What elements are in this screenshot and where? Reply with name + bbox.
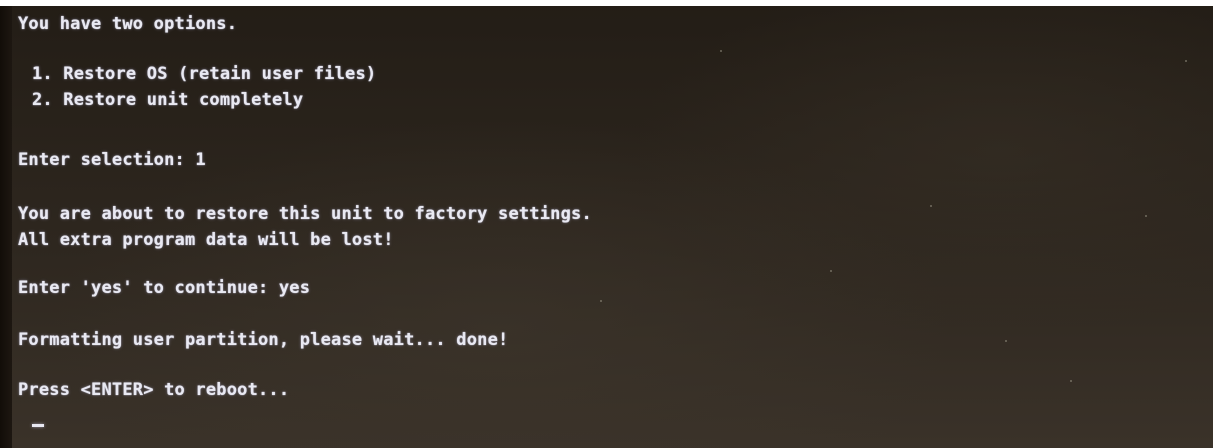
confirm-prompt-line: Enter 'yes' to continue: yes [18, 278, 311, 298]
reboot-prompt-line[interactable]: Press <ENTER> to reboot... [18, 378, 289, 403]
option-restore-unit: 2. Restore unit completely [32, 90, 304, 110]
top-white-strip [0, 0, 1213, 6]
data-loss-warning-line: All extra program data will be lost! [18, 230, 394, 250]
text-cursor[interactable] [32, 424, 44, 427]
terminal-output: You have two options. 1. Restore OS (ret… [18, 12, 1198, 444]
monitor-screen: You have two options. 1. Restore OS (ret… [0, 0, 1213, 448]
selection-prompt-line: Enter selection: 1 [18, 150, 206, 170]
option-restore-os: 1. Restore OS (retain user files) [32, 64, 377, 84]
restore-warning-line: You are about to restore this unit to fa… [18, 204, 592, 224]
formatting-status-line: Formatting user partition, please wait..… [18, 330, 509, 350]
options-intro-line: You have two options. [18, 14, 238, 34]
monitor-bezel [0, 0, 12, 448]
